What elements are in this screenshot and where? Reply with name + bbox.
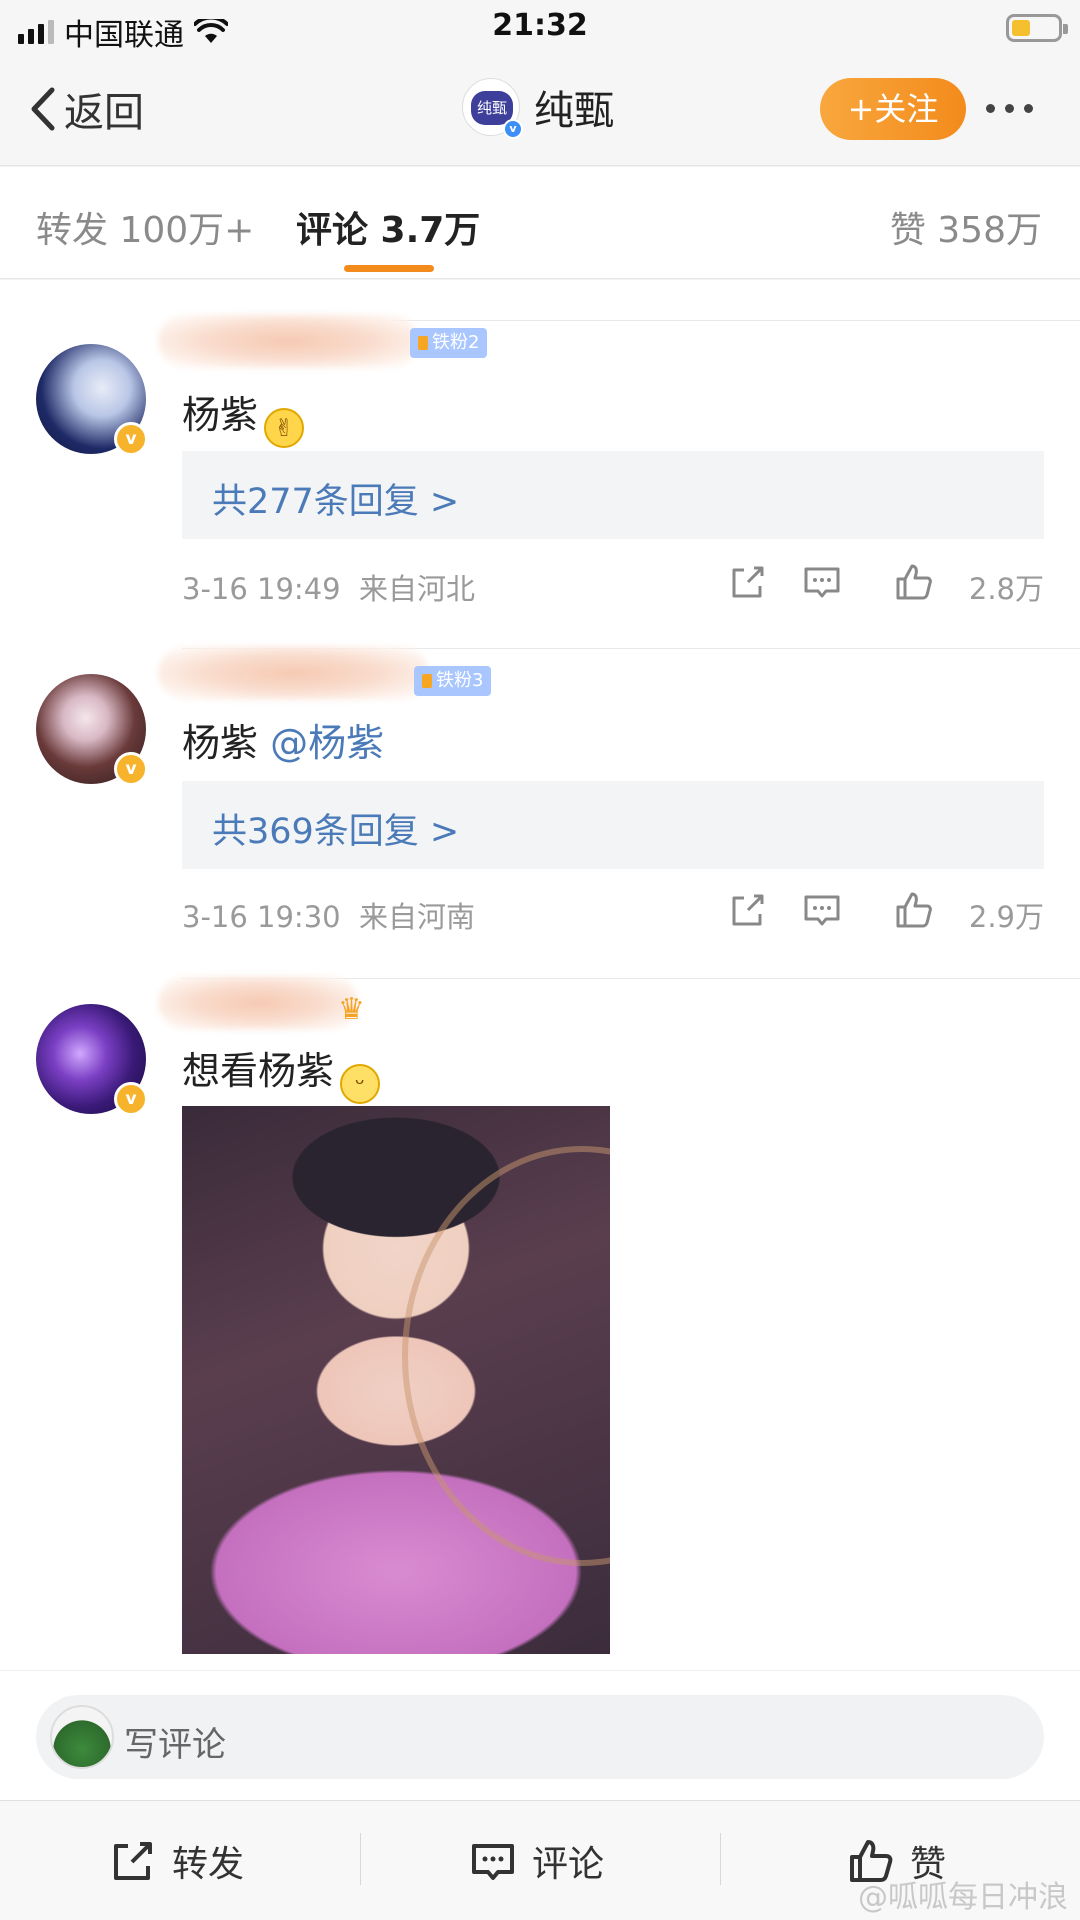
partial-meta-ghost [182, 280, 191, 299]
tab-likes[interactable]: 赞 358万 [890, 201, 1042, 253]
replies-label: 共277条回复 > [212, 482, 460, 522]
tab-comments[interactable]: 评论 3.7万 [296, 201, 480, 253]
replies-summary[interactable]: 共277条回复 > [182, 451, 1044, 539]
active-tab-indicator [344, 265, 434, 272]
follow-button[interactable]: +关注 [820, 78, 966, 140]
comment-item: v ♛ 想看杨紫 ᵕ [0, 976, 1080, 1670]
comment-composer-bar: 写评论 [0, 1670, 1080, 1800]
comment-list[interactable]: v 铁粉2 杨紫 ✌ 共277条回复 > 3-16 19:49 来自河北 2.8万… [0, 280, 1080, 1670]
share-icon[interactable] [728, 890, 768, 930]
comment-text-body: 想看杨紫 [182, 1049, 335, 1093]
time-value: 3-16 19:49 [182, 572, 341, 606]
comment-meta: 3-16 19:30 来自河南 2.9万 [182, 890, 1044, 934]
like-count: 2.9万 [968, 900, 1044, 934]
more-options-icon[interactable] [986, 104, 1033, 113]
partial-comment-row [0, 280, 1080, 320]
repost-button[interactable]: 转发 [110, 1835, 244, 1887]
nav-account[interactable]: 纯甄 v 纯甄 [462, 78, 614, 139]
time-value: 3-16 19:30 [182, 900, 341, 934]
brand-logo: 纯甄 v [462, 78, 523, 139]
weibo-watermark: @呱呱每日冲浪 [858, 1880, 1068, 1915]
username-redacted[interactable] [158, 314, 418, 368]
verified-gold-icon: v [114, 422, 148, 456]
replies-label: 共369条回复 > [212, 812, 460, 852]
status-time: 21:32 [492, 8, 588, 43]
reply-icon[interactable] [802, 562, 842, 602]
avatar[interactable]: v [36, 344, 148, 456]
comment-text: 想看杨紫 ᵕ [182, 1040, 381, 1104]
battery-icon [1006, 14, 1068, 42]
peace-hand-emoji: ✌ [264, 408, 305, 448]
status-bar: 中国联通 21:32 [0, 0, 1080, 58]
avatar[interactable]: v [36, 674, 148, 786]
verified-blue-icon: v [503, 119, 523, 139]
share-icon [114, 1842, 152, 1880]
comment-button[interactable]: 评论 [470, 1835, 604, 1887]
chevron-left-icon [31, 87, 55, 131]
comment-source: 来自河南 [359, 900, 476, 934]
grin-emoji: ᵕ [340, 1064, 381, 1104]
username-redacted[interactable] [158, 646, 428, 700]
tab-repost[interactable]: 转发 100万+ [36, 201, 254, 253]
reply-icon[interactable] [802, 890, 842, 930]
like-icon[interactable] [894, 890, 934, 930]
share-icon[interactable] [728, 562, 768, 602]
comment-item: v 铁粉2 杨紫 ✌ 共277条回复 > 3-16 19:49 来自河北 2.8万 [0, 314, 1080, 628]
verified-gold-icon: v [114, 752, 148, 786]
comment-meta: 3-16 19:49 来自河北 2.8万 [182, 562, 1044, 606]
action-separator [720, 1833, 721, 1885]
action-separator [360, 1833, 361, 1885]
comment-icon [472, 1844, 514, 1880]
avatar[interactable]: v [36, 1004, 148, 1116]
comment-photo[interactable] [182, 1106, 610, 1654]
write-comment-input[interactable]: 写评论 [36, 1695, 1044, 1779]
comment-text-body: 杨紫 [182, 721, 259, 765]
photo-background-arc [402, 1146, 610, 1566]
comment-text: 杨紫 ✌ [182, 384, 305, 448]
my-avatar [50, 1705, 114, 1769]
replies-summary[interactable]: 共369条回复 > [182, 781, 1044, 869]
back-button[interactable]: 返回 [28, 80, 144, 138]
nav-title: 纯甄 [534, 88, 614, 134]
engagement-tabs: 转发 100万+ 评论 3.7万 赞 358万 [0, 167, 1080, 279]
username-redacted[interactable] [158, 976, 358, 1030]
back-label: 返回 [64, 90, 144, 136]
comment-time: 3-16 19:49 来自河北 [182, 566, 475, 608]
repost-label: 转发 [172, 1844, 245, 1885]
comment-source: 来自河北 [359, 572, 476, 606]
comment-item: v 铁粉3 杨紫 @杨紫 共369条回复 > 3-16 19:30 来自河南 2… [0, 646, 1080, 978]
fan-badge: 铁粉3 [414, 666, 492, 696]
comment-label: 评论 [532, 1844, 605, 1885]
comment-time: 3-16 19:30 来自河南 [182, 894, 475, 936]
comment-text: 杨紫 @杨紫 [182, 712, 384, 767]
write-comment-placeholder: 写评论 [124, 1725, 226, 1765]
crown-icon: ♛ [338, 992, 365, 1027]
nav-bar: 返回 纯甄 v 纯甄 +关注 [0, 58, 1080, 166]
comment-text-body: 杨紫 [182, 393, 259, 437]
like-icon[interactable] [894, 562, 934, 602]
like-count: 2.8万 [968, 572, 1044, 606]
verified-gold-icon: v [114, 1082, 148, 1116]
user-mention-link[interactable]: @杨紫 [270, 721, 384, 765]
fan-badge: 铁粉2 [410, 328, 488, 358]
